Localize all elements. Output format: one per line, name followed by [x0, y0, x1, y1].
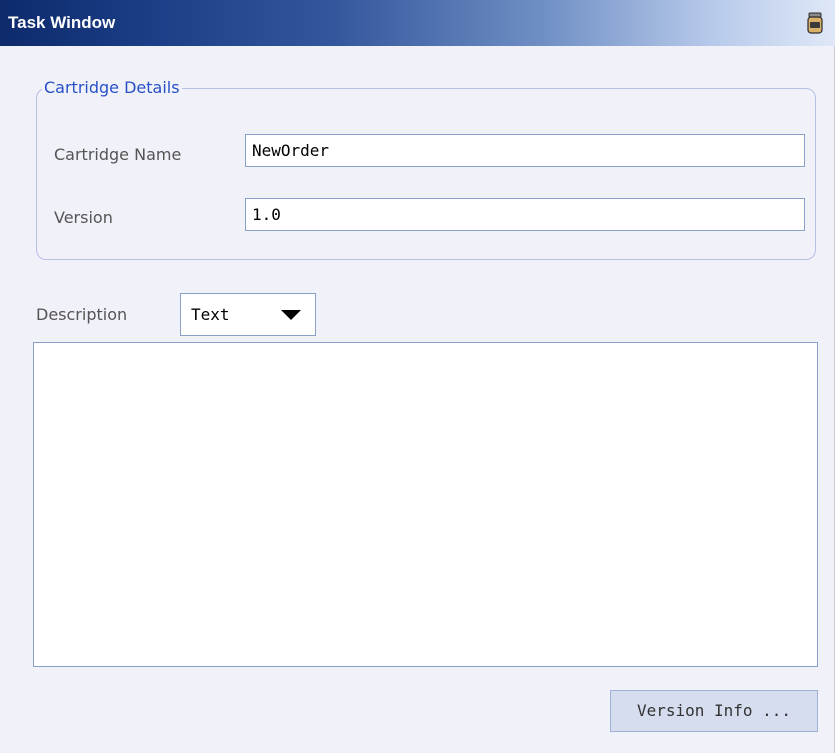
title-bar: Task Window	[0, 0, 835, 46]
chevron-down-icon	[281, 310, 301, 320]
cartridge-details-group	[36, 88, 816, 260]
group-legend: Cartridge Details	[42, 76, 182, 100]
cartridge-name-field[interactable]: NewOrder	[245, 134, 805, 167]
description-label: Description	[36, 305, 128, 324]
cartridge-name-label: Cartridge Name	[54, 145, 182, 164]
version-label: Version	[54, 208, 113, 227]
version-info-button[interactable]: Version Info ...	[610, 690, 818, 732]
description-textarea[interactable]	[33, 342, 818, 667]
canister-icon[interactable]	[807, 11, 823, 35]
version-field[interactable]: 1.0	[245, 198, 805, 231]
description-format-select[interactable]: Text	[180, 293, 316, 336]
format-selected-value: Text	[191, 305, 230, 324]
window-title: Task Window	[8, 13, 116, 32]
task-window: Task Window Cartridge Details Cartridge …	[0, 0, 835, 753]
